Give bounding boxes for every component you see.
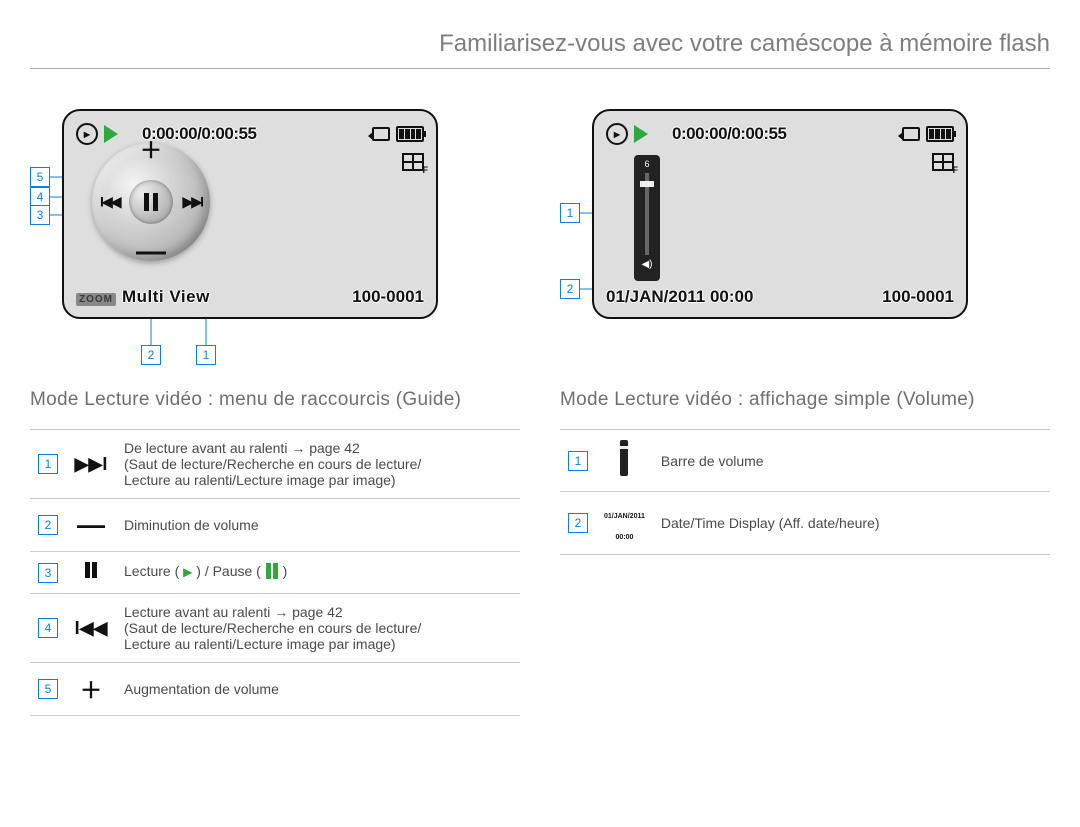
row-desc: De lecture avant au ralenti → page 42 (S… [116, 430, 520, 499]
row-desc: Lecture avant au ralenti → page 42 (Saut… [116, 594, 520, 663]
row-desc: Lecture ( ▶ ) / Pause ( ) [116, 552, 520, 594]
transport-wheel[interactable]: ＋ — I◀◀ ▶▶I [92, 143, 210, 261]
storage-icon [372, 127, 390, 141]
left-table: 1 ▶▶I De lecture avant au ralenti → page… [30, 429, 520, 716]
next-icon[interactable]: ▶▶I [183, 194, 202, 211]
callout-2: 2 [141, 345, 161, 365]
wheel-hub[interactable] [129, 180, 173, 224]
play-icon [634, 125, 648, 143]
callout-2: 2 [560, 279, 580, 299]
screen-bottombar: ZOOM Multi View 100-0001 [76, 287, 424, 307]
volume-slider-icon [596, 430, 653, 492]
volume-down-icon: — [66, 499, 116, 552]
storage-icon [902, 127, 920, 141]
left-subtitle: Mode Lecture vidéo : menu de raccourcis … [30, 389, 520, 411]
right-screen-stage: 1 2 ▶ 0:00:00/0:00:55 F 6 ◀) [560, 109, 1050, 369]
datetime-icon: 01/JAN/2011 00:00 [596, 492, 653, 555]
table-row: 2 01/JAN/2011 00:00 Date/Time Display (A… [560, 492, 1050, 555]
volume-track[interactable] [645, 173, 649, 255]
volume-value: 6 [644, 159, 649, 169]
table-row: 3 Lecture ( ▶ ) / Pause ( ) [30, 552, 520, 594]
row-num: 1 [38, 454, 58, 474]
play-icon [104, 125, 118, 143]
callout-1: 1 [560, 203, 580, 223]
row-num: 3 [38, 563, 58, 583]
prev-icon: I◀◀ [66, 594, 116, 663]
content-columns: 5 4 3 2 1 ▶ 0:00:00/0:00:55 F ＋ — [30, 109, 1050, 716]
row-desc: Augmentation de volume [116, 663, 520, 716]
row-num: 2 [568, 513, 588, 533]
file-number: 100-0001 [352, 287, 424, 307]
table-row: 1 Barre de volume [560, 430, 1050, 492]
mode-icon: ▶ [76, 123, 98, 145]
screen-topbar: ▶ 0:00:00/0:00:55 [76, 123, 424, 145]
left-screen-stage: 5 4 3 2 1 ▶ 0:00:00/0:00:55 F ＋ — [30, 109, 520, 369]
volume-down-icon[interactable]: — [136, 235, 166, 269]
callout-1: 1 [196, 345, 216, 365]
volume-up-icon: ＋ [66, 663, 116, 716]
table-row: 2 — Diminution de volume [30, 499, 520, 552]
row-desc: Barre de volume [653, 430, 1050, 492]
playback-screen-guide: ▶ 0:00:00/0:00:55 F ＋ — I◀◀ ▶▶I [62, 109, 438, 319]
row-desc: Date/Time Display (Aff. date/heure) [653, 492, 1050, 555]
row-desc: Diminution de volume [116, 499, 520, 552]
file-number: 100-0001 [882, 287, 954, 307]
battery-icon [396, 126, 424, 142]
prev-icon[interactable]: I◀◀ [100, 194, 119, 211]
datetime-display: 01/JAN/2011 00:00 [606, 287, 753, 307]
right-subtitle: Mode Lecture vidéo : affichage simple (V… [560, 389, 1050, 411]
playback-screen-simple: ▶ 0:00:00/0:00:55 F 6 ◀) 01/JAN/2011 00:… [592, 109, 968, 319]
battery-icon [926, 126, 954, 142]
zoom-label: ZOOM [76, 293, 116, 306]
left-column: 5 4 3 2 1 ▶ 0:00:00/0:00:55 F ＋ — [30, 109, 520, 716]
row-num: 5 [38, 679, 58, 699]
row-num: 1 [568, 451, 588, 471]
page-title: Familiarisez-vous avec votre caméscope à… [30, 30, 1050, 69]
callout-4: 4 [30, 187, 50, 207]
row-num: 2 [38, 515, 58, 535]
volume-slider[interactable]: 6 ◀) [634, 155, 660, 281]
pause-icon[interactable] [144, 193, 158, 211]
multiview-icon: F [402, 153, 424, 171]
table-row: 1 ▶▶I De lecture avant au ralenti → page… [30, 430, 520, 499]
row-num: 4 [38, 618, 58, 638]
multiview-label: Multi View [122, 287, 210, 307]
playback-time: 0:00:00/0:00:55 [672, 124, 786, 144]
screen-bottombar: 01/JAN/2011 00:00 100-0001 [606, 287, 954, 307]
mode-icon: ▶ [606, 123, 628, 145]
right-column: 1 2 ▶ 0:00:00/0:00:55 F 6 ◀) [560, 109, 1050, 716]
multiview-icon: F [932, 153, 954, 171]
speaker-icon: ◀) [641, 259, 652, 270]
pause-icon [66, 552, 116, 594]
right-table: 1 Barre de volume 2 01/JAN/2011 00:00 Da… [560, 429, 1050, 555]
volume-thumb[interactable] [640, 181, 654, 187]
table-row: 4 I◀◀ Lecture avant au ralenti → page 42… [30, 594, 520, 663]
volume-up-icon[interactable]: ＋ [140, 133, 162, 165]
callout-3: 3 [30, 205, 50, 225]
next-icon: ▶▶I [66, 430, 116, 499]
table-row: 5 ＋ Augmentation de volume [30, 663, 520, 716]
screen-topbar: ▶ 0:00:00/0:00:55 [606, 123, 954, 145]
callout-5: 5 [30, 167, 50, 187]
